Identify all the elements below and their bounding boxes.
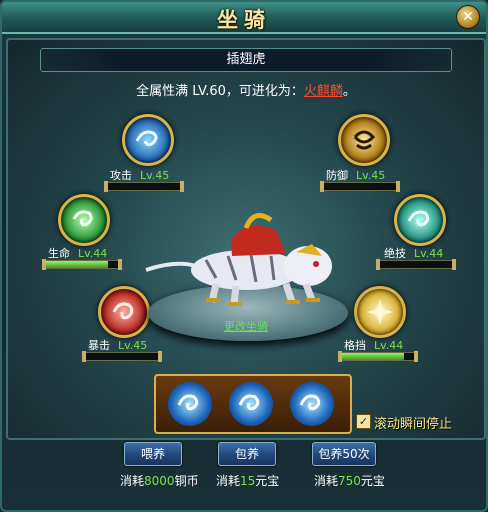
stat-block-bar	[338, 351, 418, 362]
stat-defense-bar	[320, 181, 400, 192]
scroll-stop-label: 滚动瞬间停止	[374, 417, 453, 432]
close-icon: ✕	[462, 9, 474, 25]
attack-orb-icon[interactable]	[122, 114, 174, 166]
evolve-target-link[interactable]: 火麒麟	[304, 84, 343, 99]
mount-window: 坐骑 ✕ 插翅虎 全属性满 LV.60，可进化为：火麒麟。 攻击 Lv.45 防御…	[0, 0, 488, 512]
evolve-prefix: 全属性满 LV.60，可进化为：	[136, 84, 304, 99]
mount-scene: 插翅虎 全属性满 LV.60，可进化为：火麒麟。 攻击 Lv.45 防御 Lv.45…	[6, 38, 486, 440]
slot-2-orb-icon	[229, 382, 273, 426]
foster-50-button[interactable]: 包养50次	[312, 442, 376, 466]
slot-3-orb-icon	[290, 382, 334, 426]
life-orb-icon[interactable]	[58, 194, 110, 246]
stat-attack-label: 攻击 Lv.45	[110, 169, 170, 182]
evolve-info: 全属性满 LV.60，可进化为：火麒麟。	[8, 80, 484, 99]
title-bar: 坐骑 ✕	[2, 2, 486, 34]
stat-defense-label: 防御 Lv.45	[326, 169, 386, 182]
change-mount-link[interactable]: 更改坐骑	[8, 318, 484, 334]
defense-orb-icon[interactable]	[338, 114, 390, 166]
evolve-suffix: 。	[342, 84, 356, 99]
foster-cost: 消耗15元宝	[216, 474, 280, 488]
stat-critical-label: 暴击 Lv.45	[88, 339, 148, 352]
slot-1-orb-icon	[168, 382, 212, 426]
feed-button[interactable]: 喂养	[124, 442, 182, 466]
stat-life-label: 生命 Lv.44	[48, 247, 108, 260]
mount-name: 插翅虎	[40, 48, 452, 72]
foster-50-cost: 消耗750元宝	[314, 474, 385, 488]
stat-skill-label: 绝技 Lv.44	[384, 247, 444, 260]
feed-cost: 消耗8000铜币	[120, 474, 199, 488]
stat-skill-bar	[376, 259, 456, 270]
checkbox-check-icon[interactable]: ✓	[356, 414, 371, 429]
slot-machine	[154, 374, 352, 434]
stat-block-label: 格挡 Lv.44	[344, 339, 404, 352]
stat-life-bar	[42, 259, 122, 270]
skill-orb-icon[interactable]	[394, 194, 446, 246]
stat-attack-bar	[104, 181, 184, 192]
stat-critical-bar	[82, 351, 162, 362]
foster-button[interactable]: 包养	[218, 442, 276, 466]
window-title: 坐骑	[217, 8, 271, 32]
white-tiger-mount-icon[interactable]	[136, 200, 356, 310]
close-button[interactable]: ✕	[456, 5, 480, 29]
